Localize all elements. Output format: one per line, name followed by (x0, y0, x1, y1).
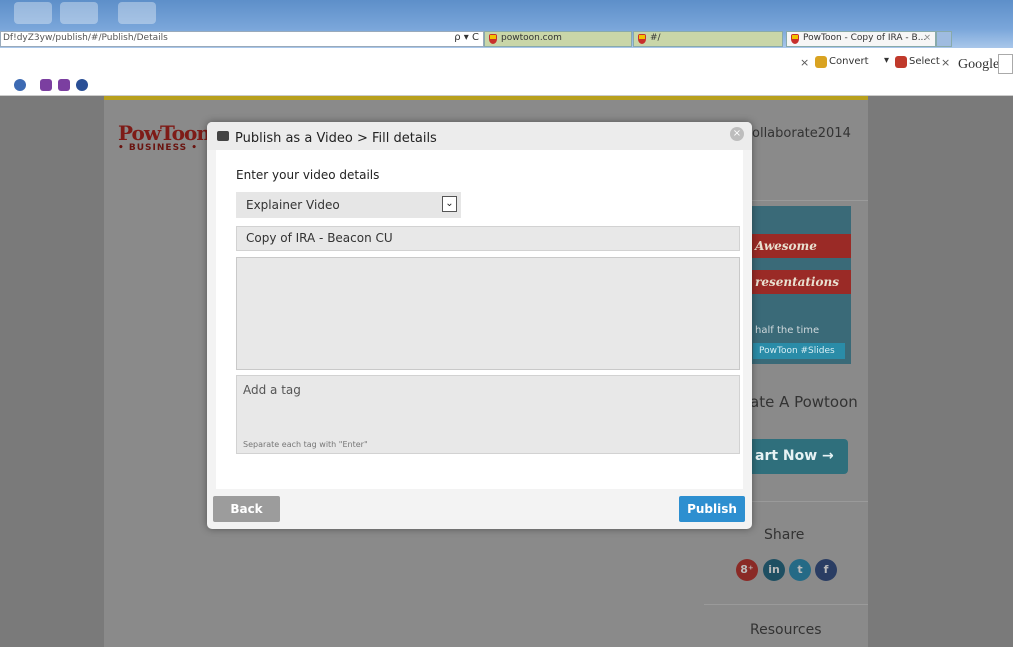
category-select[interactable]: Explainer Video ⌄ (236, 192, 461, 218)
tags-placeholder: Add a tag (243, 383, 301, 397)
logo-text: PowToon (118, 121, 211, 145)
close-icon[interactable]: × (730, 127, 744, 141)
video-title-value: Copy of IRA - Beacon CU (246, 231, 393, 245)
bluetooth-icon[interactable] (76, 79, 88, 91)
back-button[interactable]: Back (213, 496, 280, 522)
powtoon-favicon-icon (791, 34, 799, 44)
search-refresh-icon[interactable]: ρ ▾ C (454, 32, 479, 43)
description-textarea[interactable] (236, 257, 740, 370)
taskbar-app-icon[interactable] (60, 2, 98, 24)
tab-close-icon[interactable]: × (923, 33, 931, 43)
video-title-input[interactable]: Copy of IRA - Beacon CU (236, 226, 740, 251)
linkedin-icon[interactable]: in (763, 559, 785, 581)
tab-hash[interactable]: #/ (633, 31, 783, 47)
taskbar-app-icon[interactable] (118, 2, 156, 24)
convert-icon (815, 56, 827, 68)
promo-line1: Awesome (745, 234, 851, 258)
tab-label: PowToon - Copy of IRA - B... (803, 33, 927, 43)
tab-label: #/ (650, 33, 661, 43)
tab-powtoon-com[interactable]: powtoon.com (484, 31, 632, 47)
taskbar-app-icon[interactable] (14, 2, 52, 24)
twitter-icon[interactable]: t (789, 559, 811, 581)
tags-hint: Separate each tag with "Enter" (243, 440, 368, 449)
google-search-input[interactable] (998, 54, 1013, 74)
address-bar[interactable]: Df!dyZ3yw/publish/#/Publish/Details ρ ▾ … (0, 31, 484, 47)
logo-subtitle: • BUSINESS • (118, 143, 199, 153)
url-text: Df!dyZ3yw/publish/#/Publish/Details (3, 33, 168, 43)
video-icon (217, 131, 229, 141)
promo-banner[interactable]: Awesome resentations half the time PowTo… (745, 206, 851, 364)
start-now-button[interactable]: art Now → (745, 439, 848, 474)
tab-powtoon-copy[interactable]: PowToon - Copy of IRA - B... × (786, 31, 936, 47)
modal-body: Enter your video details Explainer Video… (216, 150, 743, 489)
user-menu[interactable]: ollaborate2014 (752, 126, 851, 141)
facebook-icon[interactable]: f (815, 559, 837, 581)
share-heading: Share (764, 527, 805, 543)
close-toolbar-icon[interactable]: × (800, 56, 809, 69)
powtoon-favicon-icon (638, 34, 646, 44)
publish-modal: Publish as a Video > Fill details × Ente… (207, 122, 752, 529)
google-plus-icon[interactable]: 8⁺ (736, 559, 758, 581)
tab-label: powtoon.com (501, 33, 562, 43)
google-logo: Google (958, 57, 1000, 72)
command-bar: × Convert ▾ Select × (0, 48, 1013, 96)
create-powtoon-heading: ate A Powtoon (750, 393, 858, 411)
promo-line2: resentations (745, 270, 851, 294)
modal-header: Publish as a Video > Fill details × (207, 122, 752, 150)
tags-input[interactable]: Add a tag Separate each tag with "Enter" (236, 375, 740, 454)
convert-dropdown-icon[interactable]: ▾ (884, 55, 889, 66)
chevron-down-icon[interactable]: ⌄ (442, 196, 457, 212)
new-tab-button[interactable] (936, 31, 952, 47)
pdf-select-icon (895, 56, 907, 68)
details-heading: Enter your video details (236, 168, 380, 182)
powtoon-logo[interactable]: PowToon • BUSINESS • (118, 121, 211, 153)
promo-line3: half the time (755, 325, 820, 336)
resources-heading: Resources (750, 622, 822, 638)
powtoon-favicon-icon (489, 34, 497, 44)
publish-button[interactable]: Publish (679, 496, 745, 522)
select-button[interactable]: Select (909, 56, 940, 67)
close-google-toolbar-icon[interactable]: × (941, 56, 950, 69)
onenote-icon[interactable] (58, 79, 70, 91)
onenote-icon[interactable] (40, 79, 52, 91)
convert-button[interactable]: Convert (829, 56, 869, 67)
modal-title: Publish as a Video > Fill details (235, 131, 437, 146)
divider (704, 604, 868, 605)
help-icon[interactable] (14, 79, 26, 91)
category-value: Explainer Video (246, 198, 340, 212)
promo-tag: PowToon #Slides (753, 343, 845, 359)
